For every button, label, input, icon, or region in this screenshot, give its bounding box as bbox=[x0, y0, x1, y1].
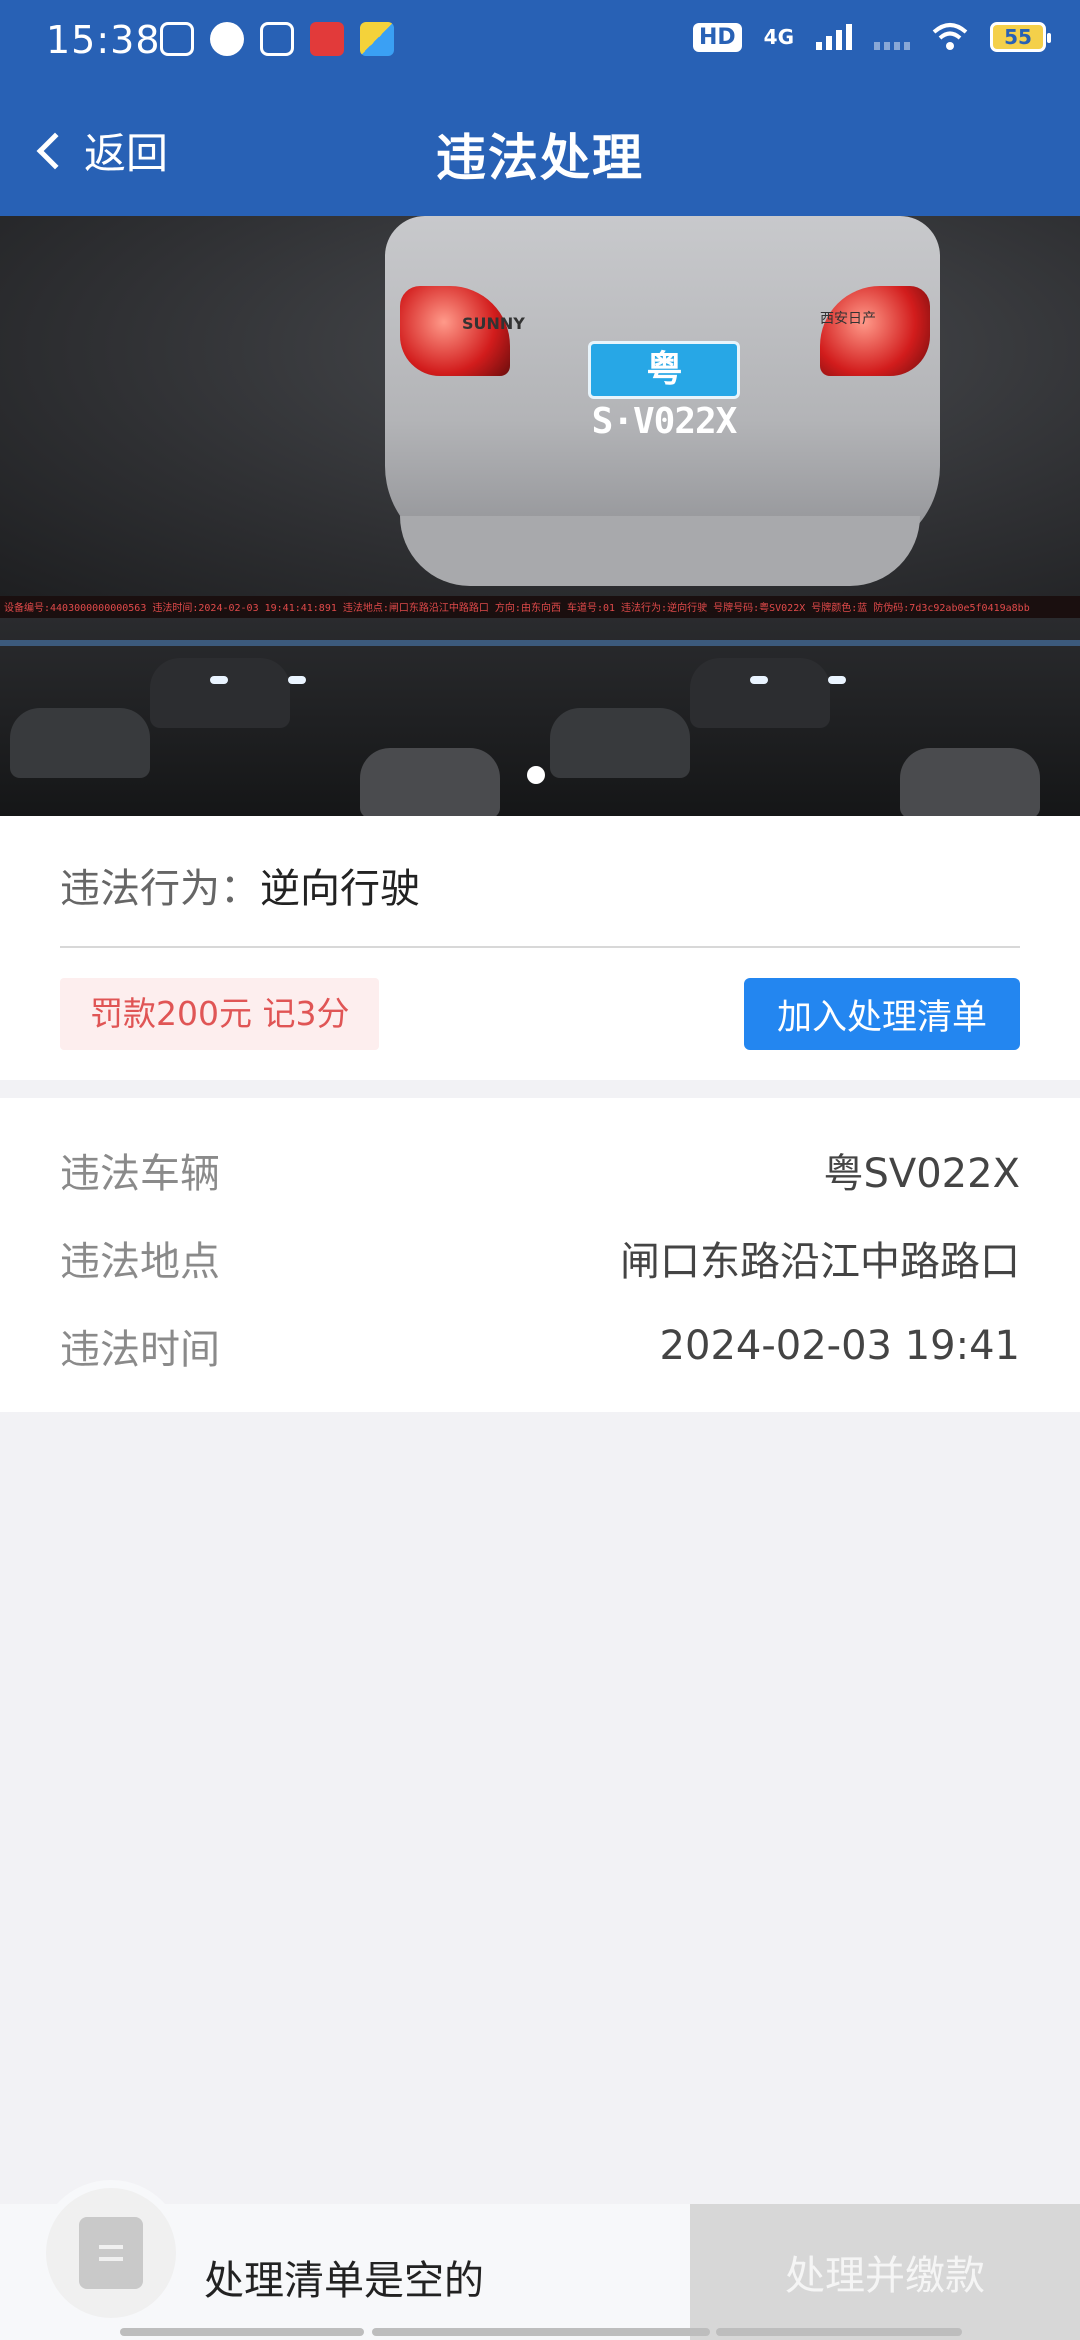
details-card: 违法车辆 粤SV022X 违法地点 闸口东路沿江中路路口 违法时间 2024-0… bbox=[0, 1098, 1080, 1412]
status-bar: 15:38 HD 4G 55 bbox=[0, 0, 1080, 84]
bottom-bar: 处理清单是空的 处理并缴款 bbox=[0, 2188, 1080, 2340]
battery-icon: 55 bbox=[990, 22, 1051, 52]
status-time: 15:38 bbox=[46, 18, 161, 62]
processing-list-button[interactable] bbox=[46, 2188, 176, 2318]
behavior-value: 逆向行驶 bbox=[260, 866, 420, 912]
gesture-bar bbox=[716, 2328, 962, 2336]
network-type: 4G bbox=[763, 25, 794, 49]
detail-label: 违法地点 bbox=[60, 1239, 220, 1285]
add-to-list-button[interactable]: 加入处理清单 bbox=[744, 978, 1020, 1050]
license-plate: 粤S·V022X bbox=[588, 341, 740, 442]
system-status-icons: HD 4G 55 bbox=[692, 22, 1051, 52]
list-icon bbox=[79, 2217, 143, 2289]
hd-icon: HD bbox=[692, 22, 742, 52]
app-grid-icon bbox=[260, 22, 294, 56]
photo-overlay-text: 设备编号:4403000000000563 违法时间:2024-02-03 19… bbox=[0, 596, 1080, 618]
message-icon bbox=[210, 22, 244, 56]
violation-card: 违法行为： 逆向行驶 罚款200元 记3分 加入处理清单 bbox=[0, 816, 1080, 1080]
process-and-pay-button[interactable]: 处理并缴款 bbox=[690, 2204, 1080, 2340]
signal-2-icon bbox=[874, 24, 910, 50]
detail-label: 违法时间 bbox=[60, 1327, 220, 1373]
evidence-photo-wide-2 bbox=[540, 618, 1080, 816]
evidence-photo-closeup: SUNNY 西安日产 粤S·V022X bbox=[0, 216, 1080, 596]
evidence-photo-carousel[interactable]: SUNNY 西安日产 粤S·V022X 设备编号:440300000000056… bbox=[0, 216, 1080, 816]
page-title: 违法处理 bbox=[436, 129, 644, 187]
wifi-icon bbox=[932, 23, 968, 50]
detail-row-location: 违法地点 闸口东路沿江中路路口 bbox=[60, 1228, 1020, 1288]
cart-status-text: 处理清单是空的 bbox=[204, 2258, 484, 2304]
penalty-badge: 罚款200元 记3分 bbox=[60, 978, 380, 1050]
sync-app-icon bbox=[310, 22, 344, 56]
car-bumper-image bbox=[400, 516, 920, 586]
signal-icon bbox=[816, 24, 852, 50]
detail-value: 2024-02-03 19:41 bbox=[659, 1323, 1020, 1369]
pinwheel-app-icon bbox=[360, 22, 394, 56]
violation-behavior: 违法行为： 逆向行驶 bbox=[60, 856, 420, 914]
car-brand-text: SUNNY bbox=[462, 314, 525, 333]
gesture-bar bbox=[372, 2328, 710, 2336]
header: 返回 违法处理 bbox=[0, 84, 1080, 216]
gesture-bar bbox=[120, 2328, 364, 2336]
carousel-page-dot[interactable] bbox=[527, 766, 545, 784]
car-model-text: 西安日产 bbox=[820, 311, 876, 327]
evidence-photo-wide-1 bbox=[0, 618, 540, 816]
hand-icon bbox=[160, 22, 194, 56]
detail-value: 闸口东路沿江中路路口 bbox=[620, 1239, 1020, 1285]
violation-processing-page: 15:38 HD 4G 55 返回 违法处理 SUNNY 西安日产 粤S·V02… bbox=[0, 0, 1080, 2340]
notification-icons bbox=[160, 22, 394, 56]
behavior-label: 违法行为： bbox=[60, 866, 260, 912]
detail-label: 违法车辆 bbox=[60, 1151, 220, 1197]
divider bbox=[60, 946, 1020, 948]
detail-row-time: 违法时间 2024-02-03 19:41 bbox=[60, 1316, 1020, 1376]
detail-row-vehicle: 违法车辆 粤SV022X bbox=[60, 1140, 1020, 1200]
detail-value: 粤SV022X bbox=[823, 1151, 1020, 1197]
